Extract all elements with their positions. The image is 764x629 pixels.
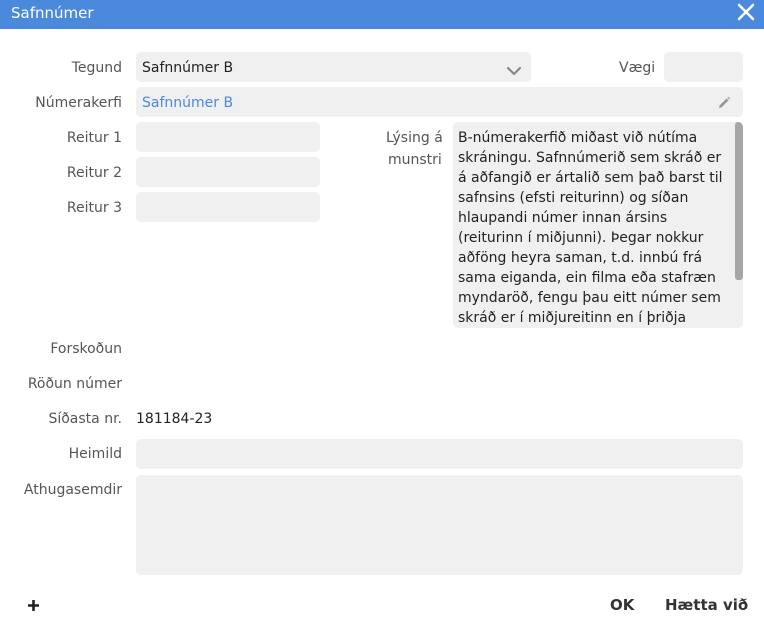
heimild-input[interactable] — [136, 439, 743, 469]
reitur1-label: Reitur 1 — [66, 130, 122, 146]
lysing-line: skráð er í miðjureitinn en í þriðja — [458, 310, 687, 326]
sidasta-label: Síðasta nr. — [48, 411, 122, 427]
lysing-scrollbar[interactable] — [735, 122, 743, 280]
rodun-label: Röðun númer — [27, 376, 122, 392]
lysing-line: skráningu. Safnnúmerið sem skráð er — [458, 150, 722, 166]
vaegi-input[interactable] — [664, 52, 743, 82]
cancel-button[interactable]: Hætta við — [665, 596, 748, 614]
lysing-text: B-númerakerfið miðast við nútíma skránin… — [458, 128, 733, 328]
reitur3-label: Reitur 3 — [66, 200, 122, 216]
sidasta-value: 181184-23 — [136, 411, 213, 427]
reitur3-input[interactable] — [136, 192, 320, 222]
numerakerfi-link[interactable]: Safnnúmer B — [142, 94, 233, 112]
lysing-line: B-númerakerfið miðast við nútíma — [458, 130, 698, 146]
lysing-line: myndaröð, fengu þau eitt númer sem — [458, 290, 721, 306]
dialog-title-bar: Safnnúmer — [0, 0, 764, 29]
ok-button[interactable]: OK — [610, 596, 634, 614]
forskodun-label: Forskoðun — [50, 341, 122, 357]
numerakerfi-label: Númerakerfi — [35, 95, 122, 111]
plus-icon[interactable] — [27, 597, 40, 616]
numerakerfi-field: Safnnúmer B — [136, 87, 743, 117]
lysing-line: aðföng heyra saman, t.d. innbú frá — [458, 250, 703, 266]
lysing-line: safnsins (efsti reiturinn) og síðan — [458, 190, 689, 206]
reitur2-input[interactable] — [136, 157, 320, 187]
athugasemdir-label: Athugasemdir — [23, 482, 122, 498]
lysing-line: (reiturinn í miðjunni). Þegar nokkur — [458, 230, 704, 246]
lysing-line: hlaupandi númer innan ársins — [458, 210, 668, 226]
lysing-line: á aðfangið er ártalið sem það barst til — [458, 170, 723, 186]
close-icon[interactable] — [734, 2, 758, 24]
chevron-down-icon — [506, 61, 522, 80]
reitur2-label: Reitur 2 — [66, 165, 122, 181]
lysing-label-line1: Lýsing á — [386, 130, 443, 146]
vaegi-label: Vægi — [619, 60, 656, 76]
reitur1-input[interactable] — [136, 122, 320, 152]
heimild-label: Heimild — [68, 446, 122, 462]
lysing-line: sama eiganda, ein filma eða stafræn — [458, 270, 716, 286]
dialog-title: Safnnúmer — [11, 4, 94, 22]
lysing-label-line2: munstri — [388, 152, 442, 168]
lysing-textarea[interactable]: B-númerakerfið miðast við nútíma skránin… — [453, 122, 743, 328]
athugasemdir-textarea[interactable] — [136, 475, 743, 575]
tegund-value: Safnnúmer B — [142, 60, 234, 76]
tegund-select[interactable]: Safnnúmer B — [136, 52, 531, 82]
tegund-label: Tegund — [71, 60, 122, 76]
pencil-icon[interactable] — [717, 95, 731, 114]
